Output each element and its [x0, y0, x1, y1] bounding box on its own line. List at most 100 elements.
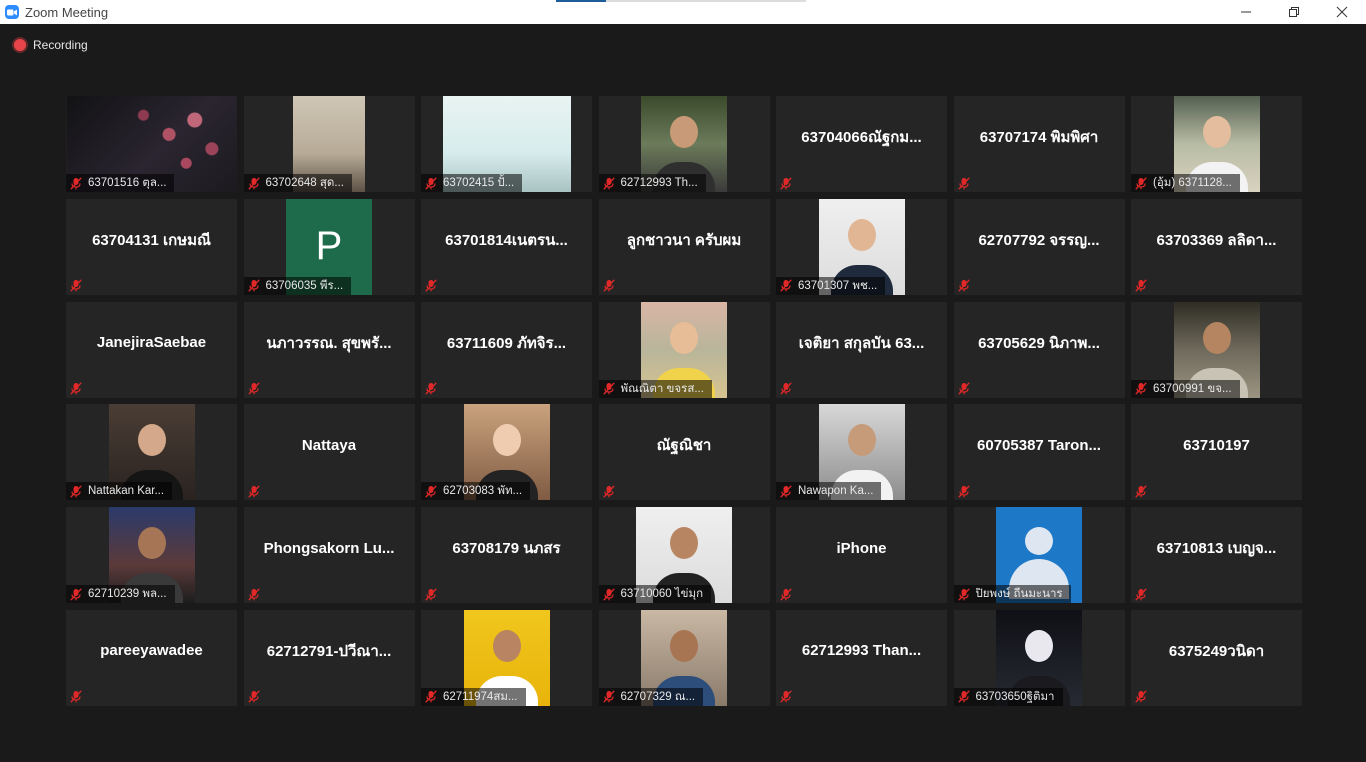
participant-tile[interactable]: 63710197 [1131, 404, 1302, 501]
participant-tile[interactable]: พัณณิตา ขจรส... [598, 301, 770, 398]
gallery-view-grid: 63701516 ตุล... 63702648 สุด... 63702415 ป… [66, 96, 1302, 706]
participant-tile[interactable]: 63702648 สุด... [243, 96, 415, 192]
participant-name: 63708179 นภสร [452, 540, 561, 558]
participant-tile[interactable]: 62703083 พัท... [421, 404, 592, 501]
participant-tile[interactable]: 63701814เนตรน... [421, 198, 592, 295]
muted-mic-icon [780, 588, 792, 601]
muted-mic-icon [425, 176, 437, 190]
muted-mic-icon [957, 588, 970, 601]
participant-label-bar [954, 277, 978, 295]
participant-tile[interactable]: 63711609 ภัทจิร... [421, 301, 592, 398]
muted-mic-icon [70, 279, 82, 292]
recording-indicator[interactable]: Recording [14, 38, 88, 52]
minimize-icon [1241, 11, 1251, 13]
participant-tile[interactable]: 6375249วนิดา [1131, 609, 1302, 706]
participant-label-bar [421, 277, 445, 295]
participant-label-bar [244, 585, 268, 603]
participant-tile[interactable]: P 63706035 พีร... [243, 198, 415, 295]
participant-tile[interactable]: เจติยา สกุลบัน 63... [776, 301, 947, 398]
participant-tile[interactable]: iPhone [776, 507, 947, 604]
muted-mic-icon [602, 279, 615, 292]
participant-label-bar: Nattakan Kar... [66, 482, 173, 501]
participant-name: 63705629 นิภาพ... [978, 334, 1100, 352]
participant-tile[interactable]: 60705387 Taron... [953, 404, 1125, 501]
participant-tile[interactable]: 62707792 จรรญ... [953, 198, 1125, 295]
participant-label-bar [776, 585, 800, 603]
participant-tile[interactable]: 62711974สม... [421, 609, 592, 706]
participant-name: นภาวรรณ. สุขพรั... [266, 334, 392, 352]
participant-tile[interactable]: (อุ้ม) 6371128... [1131, 96, 1302, 192]
muted-mic-icon [602, 176, 615, 190]
participant-tile[interactable]: 63705629 นิภาพ... [953, 301, 1125, 398]
muted-mic-icon [780, 176, 792, 190]
participant-tile[interactable]: 63700991 ขจ... [1131, 301, 1302, 398]
participant-tile[interactable]: ปิยพงษ์ ถีนมะนาร [953, 507, 1125, 604]
participant-name: 63704131 เกษมณี [92, 231, 211, 249]
muted-mic-icon [247, 485, 260, 498]
participant-name: 62707792 จรรญ... [978, 231, 1100, 249]
participant-name: 63701814เนตรน... [445, 231, 568, 249]
participant-label-bar [66, 380, 90, 398]
participant-tile[interactable]: 63710060 ไข่มุก [598, 507, 770, 604]
participant-tile[interactable]: 62710239 พล... [66, 507, 237, 604]
participant-label-bar [244, 380, 268, 398]
participant-tile[interactable]: 63701516 ตุล... [66, 96, 237, 192]
recording-dot-icon [14, 39, 26, 51]
participant-tile[interactable]: 62712993 Than... [776, 609, 947, 706]
participant-name: ณัฐณิชา [656, 437, 712, 455]
participant-label: 62712993 Th... [620, 177, 698, 189]
participant-tile[interactable]: JanejiraSaebae [66, 301, 237, 398]
restore-button[interactable] [1270, 0, 1318, 24]
participant-name: 60705387 Taron... [977, 436, 1101, 454]
participant-name: iPhone [836, 539, 887, 557]
participant-tile[interactable]: 63710813 เบญจ... [1131, 507, 1302, 604]
participant-name: 6375249วนิดา [1168, 642, 1265, 660]
participant-tile[interactable]: pareeyawadee [66, 609, 237, 706]
participant-label-bar: 62711974สม... [421, 687, 526, 706]
participant-tile[interactable]: 62712791-ปวีณา... [243, 609, 415, 706]
participant-tile[interactable]: 63703650ฐิติมา [953, 609, 1125, 706]
muted-mic-icon [957, 690, 970, 704]
participant-name: Nattaya [301, 436, 357, 454]
participant-tile[interactable]: 63701307 พช... [776, 198, 947, 295]
participant-label-bar [1131, 585, 1155, 603]
participant-tile[interactable]: 63707174 พิมพิศา [953, 96, 1125, 192]
participant-label-bar [776, 174, 800, 192]
minimize-button[interactable] [1222, 0, 1270, 24]
participant-tile[interactable]: Nattaya [243, 404, 415, 501]
participant-label-bar [66, 277, 90, 295]
participant-label-bar: 63701307 พช... [776, 276, 886, 295]
participant-label: 63706035 พีร... [265, 279, 344, 292]
participant-tile[interactable]: Phongsakorn Lu... [243, 507, 415, 604]
muted-mic-icon [70, 690, 82, 704]
participant-tile[interactable]: ณัฐณิชา [598, 404, 770, 501]
participant-tile[interactable]: 62712993 Th... [598, 96, 770, 192]
participant-tile[interactable]: Nawapon Ka... [776, 404, 947, 501]
participant-label: 63701516 ตุล... [88, 177, 167, 189]
zoom-app-icon [5, 5, 19, 19]
participant-label: 63701307 พช... [798, 279, 878, 292]
participant-label-bar [66, 688, 90, 706]
muted-mic-icon [425, 485, 437, 498]
participant-label: 62707329 ณ... [620, 690, 696, 703]
participant-label-bar: 62707329 ณ... [598, 687, 704, 706]
participant-tile[interactable]: Nattakan Kar... [66, 404, 237, 501]
participant-tile[interactable]: 63704066ณัฐกม... [776, 96, 947, 192]
close-button[interactable] [1318, 0, 1366, 24]
muted-mic-icon [247, 588, 260, 601]
view-tab-indicator [556, 0, 806, 2]
participant-tile[interactable]: 62707329 ณ... [598, 609, 770, 706]
participant-label: (อุ้ม) 6371128... [1153, 177, 1232, 189]
participant-label: ปิยพงษ์ ถีนมะนาร [975, 588, 1063, 601]
participant-tile[interactable]: ลูกชาวนา ครับผม [598, 198, 770, 295]
muted-mic-icon [425, 690, 437, 704]
participant-tile[interactable]: 63704131 เกษมณี [66, 198, 237, 295]
participant-label-bar [421, 585, 445, 603]
participant-tile[interactable]: นภาวรรณ. สุขพรั... [243, 301, 415, 398]
participant-tile[interactable]: 63702415 ปั้... [421, 96, 592, 192]
participant-tile[interactable]: 63703369 ลลิดา... [1131, 198, 1302, 295]
muted-mic-icon [70, 588, 82, 601]
participant-tile[interactable]: 63708179 นภสร [421, 507, 592, 604]
participant-label-bar: 62710239 พล... [66, 585, 175, 604]
participant-label: 63703650ฐิติมา [975, 690, 1055, 703]
